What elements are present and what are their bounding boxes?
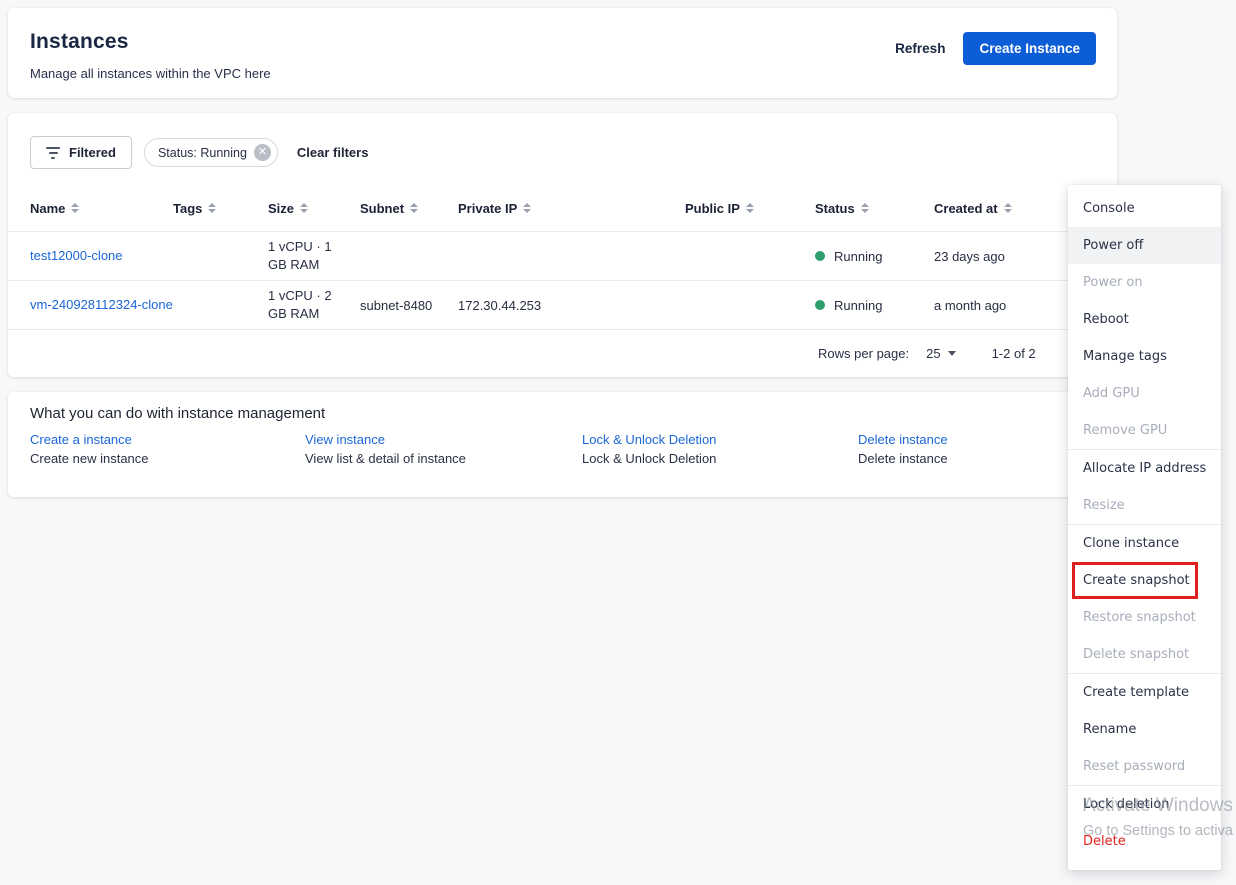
menu-item-restore-snapshot: Restore snapshot — [1083, 610, 1196, 625]
filter-icon — [46, 146, 60, 159]
column-header-tags[interactable]: Tags — [173, 201, 268, 216]
instances-table-card: Filtered Status: Running ✕ Clear filters… — [8, 113, 1117, 377]
instance-actions-menu: Console Power off Power on Reboot Manage… — [1068, 185, 1221, 870]
filter-button[interactable]: Filtered — [30, 136, 132, 169]
table-row: test12000-clone 1 vCPU · 1 GB RAM Runnin… — [8, 232, 1117, 281]
help-link-delete-instance: Delete instance Delete instance — [858, 430, 948, 468]
create-instance-button[interactable]: Create Instance — [963, 32, 1096, 65]
menu-item-reset-password: Reset password — [1083, 759, 1186, 774]
instance-name-cell: test12000-clone — [30, 247, 173, 265]
menu-item-create-snapshot[interactable]: Create snapshot — [1068, 562, 1221, 599]
header-actions: Refresh Create Instance — [895, 32, 1096, 65]
help-card: What you can do with instance management… — [8, 392, 1117, 497]
column-header-name[interactable]: Name — [30, 201, 173, 216]
sort-icon — [71, 203, 80, 213]
menu-item-delete-snapshot: Delete snapshot — [1083, 647, 1190, 662]
size-cell: 1 vCPU · 1 GB RAM — [268, 239, 332, 272]
menu-item-manage-tags[interactable]: Manage tags — [1068, 338, 1221, 375]
help-link[interactable]: View instance — [305, 432, 385, 447]
size-cell: 1 vCPU · 2 GB RAM — [268, 288, 332, 321]
status-filter-chip[interactable]: Status: Running ✕ — [143, 138, 278, 167]
status-cell: Running — [815, 249, 934, 264]
filter-bar: Filtered Status: Running ✕ Clear filters — [30, 136, 368, 169]
help-link[interactable]: Create a instance — [30, 432, 132, 447]
pagination-bar: Rows per page: 25 1-2 of 2 ‹ — [8, 330, 1117, 377]
column-header-private-ip[interactable]: Private IP — [458, 201, 685, 216]
column-header-public-ip[interactable]: Public IP — [685, 201, 815, 216]
menu-item-create-template[interactable]: Create template — [1068, 674, 1221, 711]
menu-group-delete: Lock deletion Delete — [1068, 785, 1221, 860]
help-link-view-instance: View instance View list & detail of inst… — [305, 430, 466, 468]
help-link[interactable]: Lock & Unlock Deletion — [582, 432, 716, 447]
running-status-icon — [815, 251, 825, 261]
column-header-size[interactable]: Size — [268, 201, 360, 216]
instance-name-cell: vm-240928112324-clone — [30, 296, 173, 314]
menu-item-add-gpu: Add GPU — [1083, 386, 1140, 401]
menu-item-lock-deletion[interactable]: Lock deletion — [1068, 786, 1221, 823]
menu-item-reboot[interactable]: Reboot — [1068, 301, 1221, 338]
help-link[interactable]: Delete instance — [858, 432, 948, 447]
page-title: Instances — [30, 30, 129, 53]
menu-group-snapshot: Clone instance Create snapshot Restore s… — [1068, 524, 1221, 673]
menu-item-resize: Resize — [1083, 498, 1125, 513]
help-link-create-instance: Create a instance Create new instance — [30, 430, 149, 468]
running-status-icon — [815, 300, 825, 310]
help-link-desc: View list & detail of instance — [305, 451, 466, 466]
help-link-desc: Delete instance — [858, 451, 948, 466]
status-filter-chip-label: Status: Running — [157, 145, 247, 160]
sort-icon — [745, 203, 754, 213]
filter-button-label: Filtered — [69, 145, 116, 160]
table-row: vm-240928112324-clone 1 vCPU · 2 GB RAM … — [8, 281, 1117, 330]
sort-icon — [1003, 203, 1012, 213]
help-link-desc: Lock & Unlock Deletion — [582, 451, 717, 466]
refresh-button[interactable]: Refresh — [895, 41, 945, 56]
menu-item-power-on: Power on — [1083, 275, 1143, 290]
menu-group-power: Console Power off Power on Reboot Manage… — [1068, 190, 1221, 449]
sort-icon — [410, 203, 419, 213]
column-header-subnet[interactable]: Subnet — [360, 201, 458, 216]
instances-header-card: Instances Manage all instances within th… — [8, 8, 1117, 98]
clear-filters-button[interactable]: Clear filters — [297, 145, 369, 160]
sort-icon — [860, 203, 869, 213]
menu-item-console[interactable]: Console — [1068, 190, 1221, 227]
menu-item-delete[interactable]: Delete — [1068, 823, 1221, 860]
sort-icon — [208, 203, 217, 213]
pagination-range: 1-2 of 2 — [991, 346, 1036, 361]
instance-link[interactable]: test12000-clone — [30, 247, 173, 265]
menu-group-template: Create template Rename Reset password — [1068, 673, 1221, 785]
help-link-desc: Create new instance — [30, 451, 149, 466]
subnet-cell: subnet-8480 — [360, 297, 433, 313]
sort-icon — [523, 203, 532, 213]
menu-item-allocate-ip[interactable]: Allocate IP address — [1068, 450, 1221, 487]
help-title: What you can do with instance management — [30, 405, 326, 422]
instance-link[interactable]: vm-240928112324-clone — [30, 296, 173, 314]
menu-item-remove-gpu: Remove GPU — [1083, 423, 1168, 438]
chevron-down-icon — [947, 351, 956, 356]
column-header-status[interactable]: Status — [815, 201, 934, 216]
table-header-row: Name Tags Size Subnet Private IP Public … — [8, 185, 1117, 232]
menu-group-network: Allocate IP address Resize — [1068, 449, 1221, 524]
menu-item-clone-instance[interactable]: Clone instance — [1068, 525, 1221, 562]
rows-per-page-label: Rows per page: — [818, 346, 910, 361]
rows-per-page-select[interactable]: 25 — [926, 346, 956, 361]
sort-icon — [300, 203, 309, 213]
private-ip-cell: 172.30.44.253 — [458, 297, 542, 313]
menu-item-rename[interactable]: Rename — [1068, 711, 1221, 748]
menu-item-power-off[interactable]: Power off — [1068, 227, 1221, 264]
status-cell: Running — [815, 298, 934, 313]
page-subtitle: Manage all instances within the VPC here — [30, 66, 271, 81]
help-link-lock-unlock: Lock & Unlock Deletion Lock & Unlock Del… — [582, 430, 716, 468]
remove-filter-icon[interactable]: ✕ — [253, 144, 271, 161]
